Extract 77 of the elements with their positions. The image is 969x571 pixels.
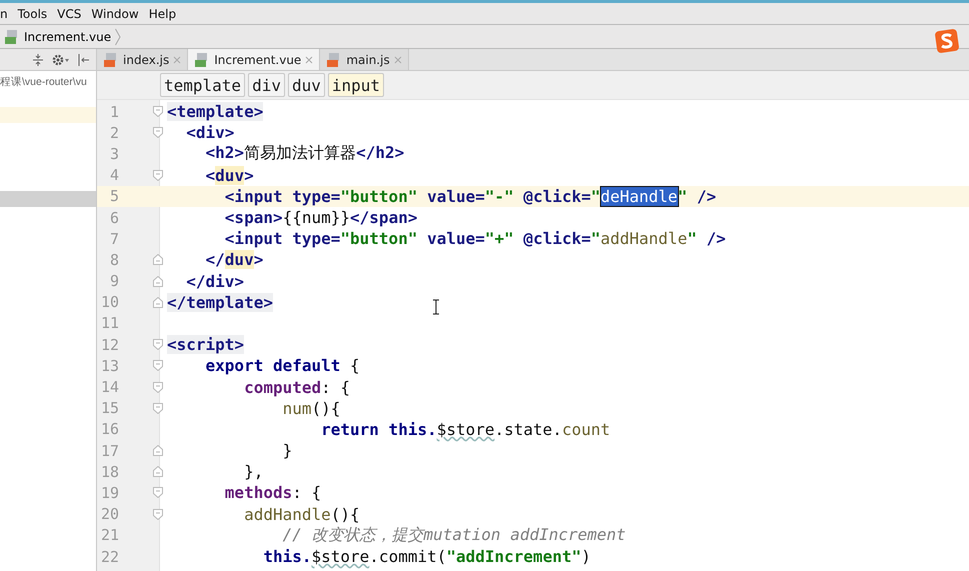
file-tab[interactable]: Increment.vue (188, 49, 320, 70)
fold-icon[interactable] (153, 360, 163, 372)
line-number: 11 (100, 314, 119, 332)
js-file-icon (103, 52, 119, 68)
project-path: 程课\vue-router\vu (0, 75, 87, 90)
fold-icon[interactable] (153, 170, 163, 181)
breadcrumb[interactable]: duv (288, 73, 325, 97)
line-number: 10 (100, 293, 119, 312)
code-line: methods: { (224, 483, 322, 502)
collapse-icon[interactable] (78, 54, 90, 66)
line-number: 2 (108, 124, 119, 142)
line-number: 1 (108, 102, 119, 121)
code-line: </duv> (204, 250, 264, 270)
line-number: 12 (100, 336, 119, 354)
unfold-icon[interactable] (153, 466, 163, 478)
line-number: 17 (100, 442, 119, 460)
unfold-icon[interactable] (153, 445, 163, 456)
line-number: 21 (100, 526, 119, 544)
line-number: 18 (100, 462, 119, 481)
line-number: 4 (108, 166, 119, 184)
nav-file[interactable]: Increment.vue (24, 30, 112, 44)
fold-icon[interactable] (153, 127, 163, 138)
line-number: 16 (100, 420, 119, 438)
breadcrumb[interactable]: div (248, 73, 285, 97)
file-tab[interactable]: index.js (97, 49, 188, 70)
code-line: return this.$store.state.count (320, 420, 610, 439)
code-line: <span>{{num}}</span> (224, 208, 418, 228)
line-number: 14 (100, 378, 119, 396)
code-line: this.$store.commit("addIncrement") (262, 547, 591, 566)
code-line: } (282, 441, 292, 460)
code-line: <input type="button" value="-" @click="deHandle" /> (224, 186, 716, 206)
fold-icon[interactable] (153, 382, 163, 393)
line-number: 9 (108, 272, 119, 290)
menu-item[interactable]: VCS (57, 6, 82, 20)
close-icon[interactable] (173, 56, 182, 64)
vue-file-icon (4, 28, 20, 44)
line-number: 5 (108, 187, 119, 206)
text-cursor-icon (432, 299, 440, 315)
menu-item[interactable]: n (0, 6, 8, 20)
line-number: 3 (108, 144, 119, 163)
close-icon[interactable] (305, 56, 314, 64)
line-number: 22 (100, 548, 119, 566)
code-line: <div> (185, 123, 234, 142)
line-number: 8 (108, 250, 119, 269)
code-line: computed: { (243, 378, 350, 397)
code-line: addHandle(){ (243, 504, 360, 524)
fold-icon[interactable] (153, 106, 163, 118)
close-icon[interactable] (394, 56, 402, 64)
menu-item[interactable]: Help (148, 6, 176, 20)
menu-item[interactable]: Tools (18, 6, 48, 20)
input-method-icon (935, 29, 959, 53)
code-line: // 改变状态，提交mutation addIncrement (282, 524, 626, 546)
line-number: 20 (100, 505, 119, 524)
code-line: <input type="button" value="+" @click="addHandle" /> (224, 229, 726, 248)
code-line: num(){ (282, 398, 340, 418)
code-line: </div> (185, 272, 244, 291)
line-number: 19 (100, 484, 119, 502)
breadcrumb[interactable]: template (160, 73, 246, 97)
code-line: export default { (204, 356, 360, 376)
line-number: 7 (108, 230, 119, 248)
code-line: <h2>简易加法计算器</h2> (204, 143, 404, 164)
line-number: 6 (108, 208, 119, 227)
chevron-icon (115, 28, 122, 46)
file-tab[interactable]: main.js (320, 49, 409, 70)
fold-icon[interactable] (153, 487, 163, 498)
code-line: }, (243, 462, 264, 482)
breadcrumb[interactable]: input (328, 73, 384, 97)
fold-icon[interactable] (153, 508, 163, 520)
line-number: 15 (100, 399, 119, 418)
fold-icon[interactable] (153, 339, 163, 350)
menu-item[interactable]: Window (91, 6, 139, 20)
unfold-icon[interactable] (153, 254, 163, 266)
fold-icon[interactable] (153, 402, 163, 414)
line-number: 13 (100, 356, 119, 375)
split-icon[interactable] (32, 54, 44, 66)
gear-icon[interactable] (52, 54, 70, 66)
code-line: <duv> (204, 166, 254, 185)
